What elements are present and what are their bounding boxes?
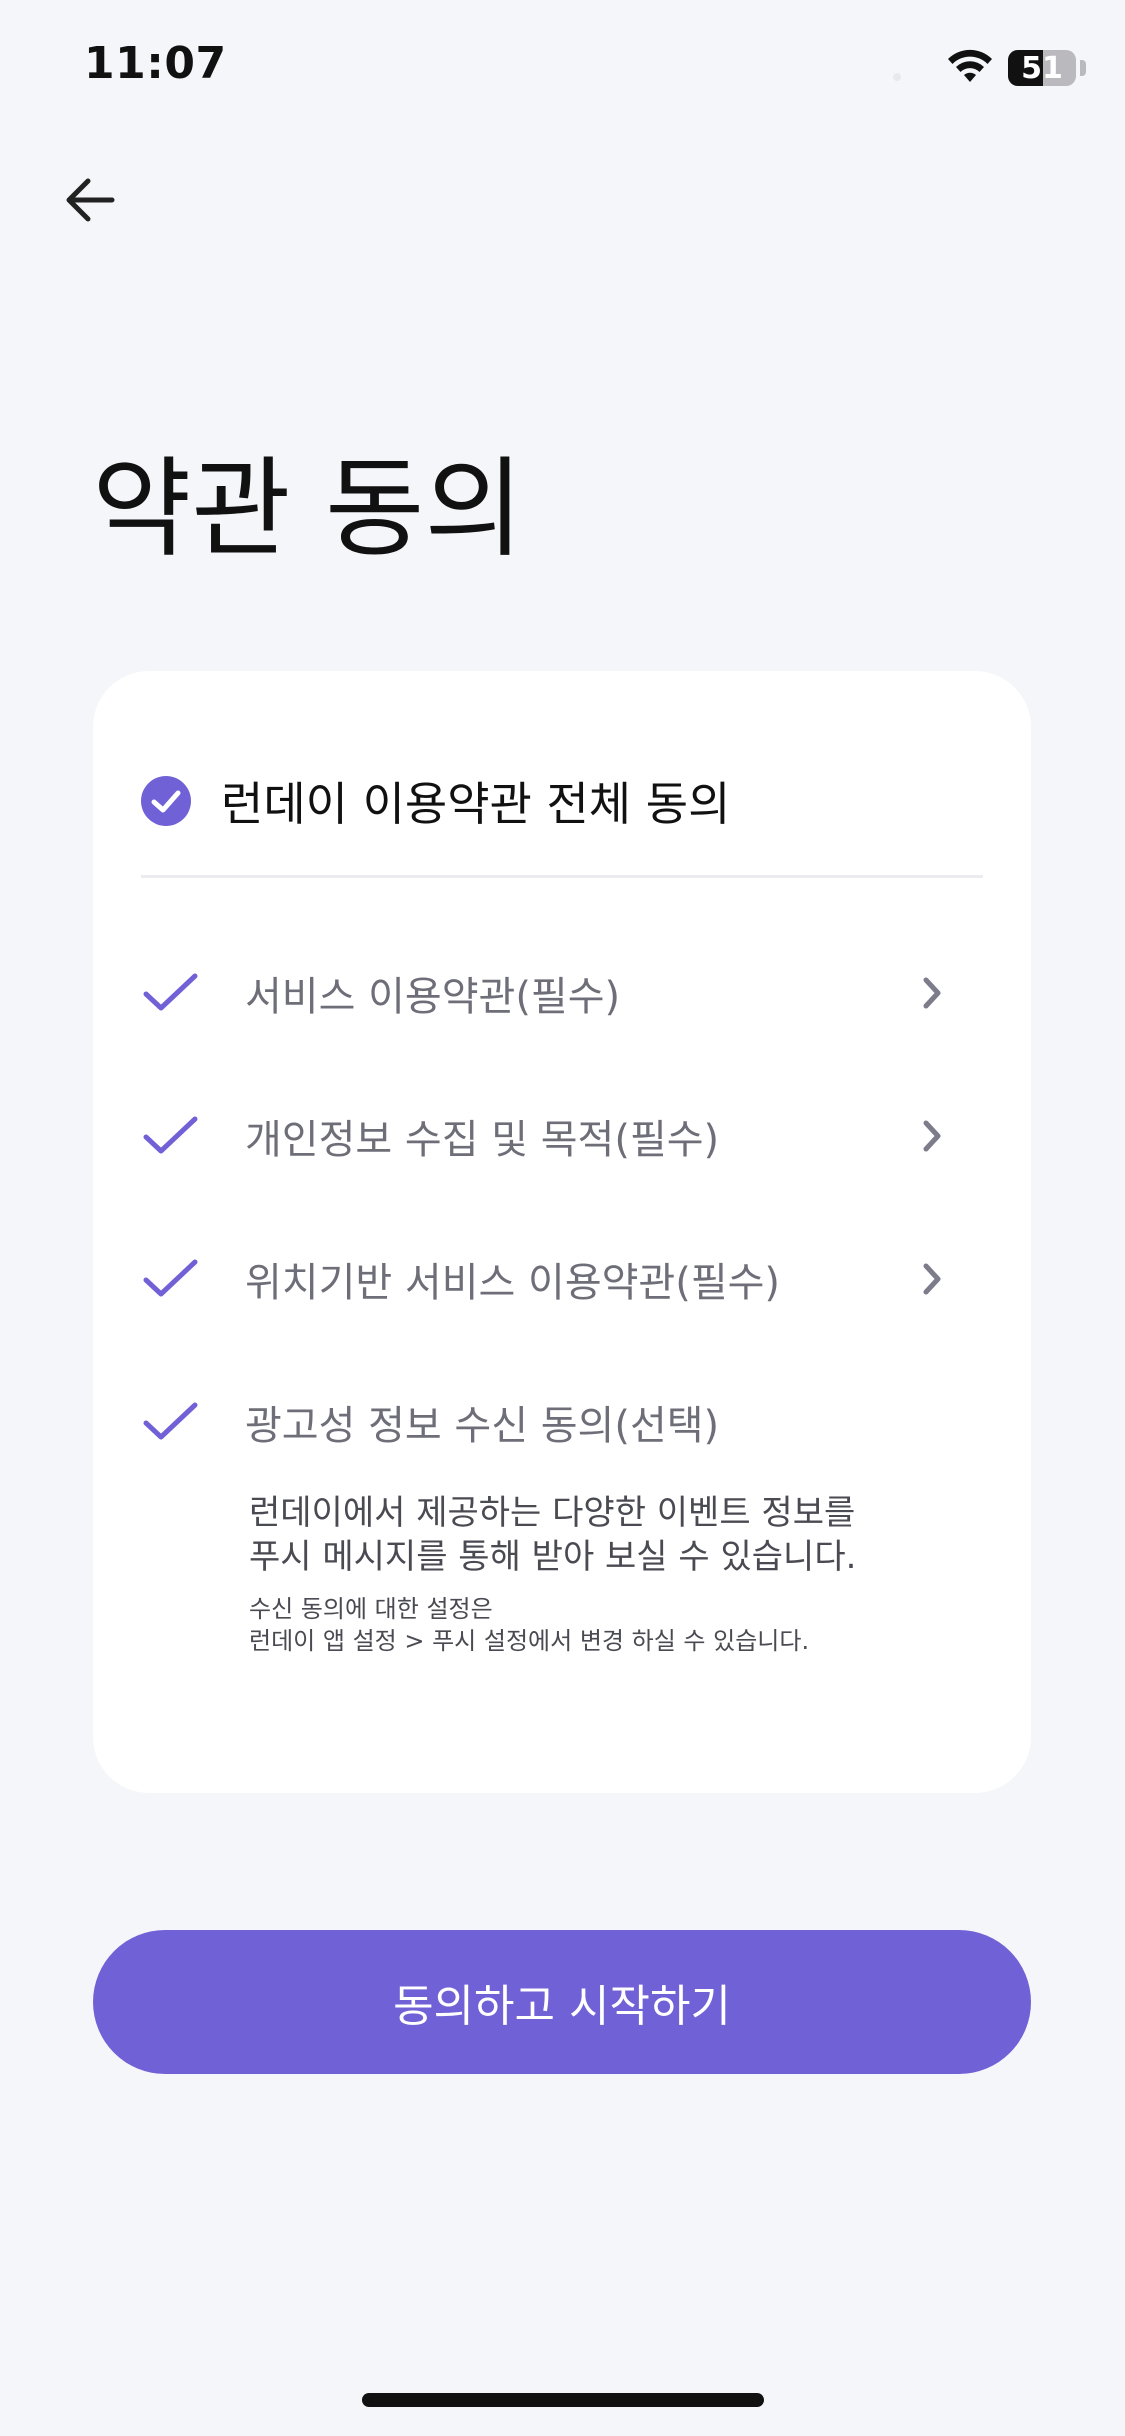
home-indicator[interactable] — [362, 2393, 764, 2407]
check-icon — [143, 1116, 198, 1154]
check-icon — [143, 1259, 198, 1297]
wifi-icon — [948, 49, 992, 82]
terms-card: 런데이 이용약관 전체 동의 서비스 이용약관(필수) 개인정보 수집 및 목적… — [93, 671, 1031, 1793]
agree-all-checkbox[interactable]: 런데이 이용약관 전체 동의 — [141, 751, 983, 851]
term-row-location[interactable]: 위치기반 서비스 이용약관(필수) — [141, 1224, 983, 1334]
battery-icon: 51 — [1008, 50, 1076, 86]
marketing-note: 수신 동의에 대한 설정은 런데이 앱 설정 > 푸시 설정에서 변경 하실 수… — [249, 1593, 969, 1657]
agree-all-label: 런데이 이용약관 전체 동의 — [221, 777, 731, 831]
chevron-right-icon[interactable] — [917, 973, 947, 1013]
check-icon — [143, 1402, 198, 1440]
divider — [141, 875, 983, 878]
check-icon — [143, 973, 198, 1011]
term-row-service[interactable]: 서비스 이용약관(필수) — [141, 938, 983, 1048]
status-bar: 11:07 51 — [0, 0, 1125, 140]
marketing-description-text: 런데이에서 제공하는 다양한 이벤트 정보를 푸시 메시지를 통해 받아 보실 … — [249, 1491, 969, 1579]
chevron-right-icon[interactable] — [917, 1259, 947, 1299]
term-row-privacy[interactable]: 개인정보 수집 및 목적(필수) — [141, 1081, 983, 1191]
term-label: 광고성 정보 수신 동의(선택) — [245, 1403, 720, 1449]
arrow-left-icon — [66, 178, 115, 222]
marketing-description-line: 푸시 메시지를 통해 받아 보실 수 있습니다. — [249, 1537, 857, 1577]
term-label: 서비스 이용약관(필수) — [245, 974, 621, 1020]
term-label: 위치기반 서비스 이용약관(필수) — [245, 1260, 781, 1306]
marketing-description-line: 런데이에서 제공하는 다양한 이벤트 정보를 — [249, 1493, 856, 1533]
back-button[interactable] — [50, 160, 130, 240]
agree-and-start-button[interactable]: 동의하고 시작하기 — [93, 1930, 1031, 2074]
status-indicator-dot — [893, 73, 901, 81]
marketing-note-line: 런데이 앱 설정 > 푸시 설정에서 변경 하실 수 있습니다. — [249, 1627, 810, 1655]
term-label: 개인정보 수집 및 목적(필수) — [245, 1117, 720, 1163]
check-circle-icon — [141, 776, 191, 826]
term-row-marketing[interactable]: 광고성 정보 수신 동의(선택) — [141, 1367, 983, 1477]
chevron-right-icon[interactable] — [917, 1116, 947, 1156]
status-time: 11:07 — [84, 38, 227, 89]
marketing-note-line: 수신 동의에 대한 설정은 — [249, 1595, 493, 1623]
page-title: 약관 동의 — [92, 447, 524, 572]
battery-tip — [1080, 60, 1086, 76]
marketing-description: 런데이에서 제공하는 다양한 이벤트 정보를 푸시 메시지를 통해 받아 보실 … — [249, 1491, 969, 1657]
battery-level-text: 51 — [1021, 50, 1063, 86]
